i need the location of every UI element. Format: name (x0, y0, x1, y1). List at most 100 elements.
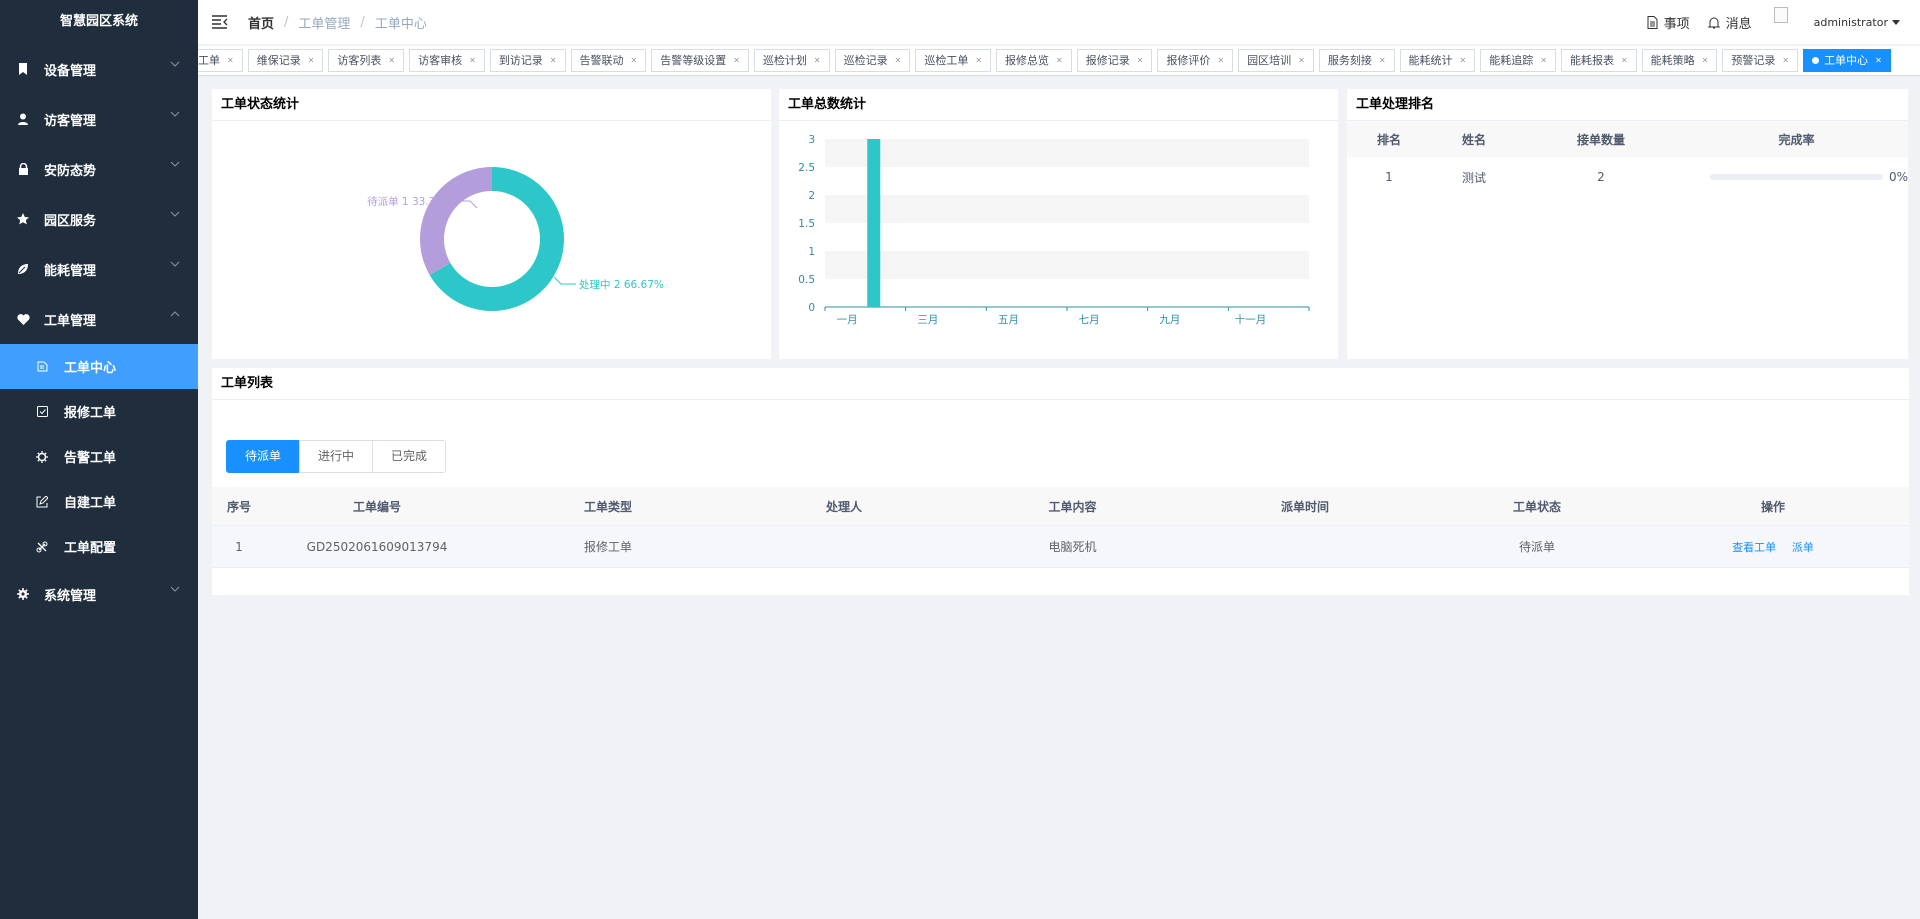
dispatch-link[interactable]: 派单 (1792, 541, 1814, 554)
grid-band (825, 195, 1309, 223)
x-tick-label: 九月 (1159, 314, 1180, 326)
tag-item[interactable]: 预警记录 ✕ (1722, 49, 1799, 72)
index-cell: 1 (235, 539, 243, 554)
close-icon[interactable]: ✕ (1379, 50, 1386, 71)
tag-label: 访客列表 (337, 54, 382, 67)
sidebar-subitem-custom[interactable]: 自建工单 (0, 479, 198, 524)
x-tick-label: 一月 (837, 314, 858, 326)
close-icon[interactable]: ✕ (631, 50, 638, 71)
app-logo-title: 智慧园区系统 (59, 14, 138, 29)
bell-icon (1707, 17, 1720, 28)
todo-button[interactable]: 事项 (1647, 13, 1690, 32)
tag-item[interactable]: 工单中心 ✕ (1803, 49, 1891, 72)
tag-item[interactable]: 巡检工单 ✕ (915, 49, 992, 72)
tag-label: 能耗策略 (1650, 54, 1695, 67)
tag-label: 工单中心 (1824, 54, 1869, 67)
view-workorder-link[interactable]: 查看工单 (1732, 541, 1776, 554)
breadcrumb-workorder[interactable]: 工单管理 (298, 13, 350, 32)
sidebar-item-workorder[interactable]: 工单管理 (0, 294, 198, 344)
action-cell: 查看工单 派单 (1649, 539, 1897, 555)
close-icon[interactable]: ✕ (469, 50, 476, 71)
pie-slice-待派单[interactable] (420, 167, 492, 275)
y-tick-label: 1.5 (798, 218, 815, 230)
sidebar-item-security[interactable]: 安防态势 (0, 144, 198, 194)
close-icon[interactable]: ✕ (1782, 50, 1789, 71)
close-icon[interactable]: ✕ (308, 50, 315, 71)
tab-in-progress[interactable]: 进行中 (299, 440, 374, 473)
tag-label: 到访记录 (498, 54, 543, 67)
close-icon[interactable]: ✕ (733, 50, 740, 71)
tag-label: 预警记录 (1731, 54, 1776, 67)
tab-completed[interactable]: 已完成 (372, 440, 447, 473)
close-icon[interactable]: ✕ (388, 50, 395, 71)
tag-item[interactable]: 报修记录 ✕ (1076, 49, 1153, 72)
tag-item[interactable]: 能耗策略 ✕ (1641, 49, 1718, 72)
close-icon[interactable]: ✕ (550, 50, 557, 71)
close-icon[interactable]: ✕ (1540, 50, 1547, 71)
tag-item[interactable]: 报修评价 ✕ (1157, 49, 1234, 72)
column-header: 处理人 (825, 499, 862, 514)
message-button[interactable]: 消息 (1707, 13, 1752, 32)
x-tick-label: 七月 (1079, 314, 1100, 326)
sidebar-item-service[interactable]: 园区服务 (0, 194, 198, 244)
column-header: 姓名 (1461, 132, 1486, 147)
sidebar-item-energy[interactable]: 能耗管理 (0, 244, 198, 294)
tag-item[interactable]: 服务刻接 ✕ (1318, 49, 1395, 72)
sidebar-item-label: 访客管理 (44, 113, 97, 129)
sidebar-subitem-workorder-center[interactable]: 工单中心 (0, 344, 198, 389)
sidebar-item-visitor[interactable]: 访客管理 (0, 94, 198, 144)
heart-icon (16, 312, 30, 326)
tag-item[interactable]: 维保记录 ✕ (247, 49, 324, 72)
edit-icon (36, 495, 48, 508)
close-icon[interactable]: ✕ (1702, 50, 1709, 71)
config-icon (36, 541, 48, 553)
tag-item[interactable]: 告警联动 ✕ (570, 49, 647, 72)
avatar[interactable] (1773, 7, 1788, 23)
chevron-down-icon (170, 111, 180, 117)
close-icon[interactable]: ✕ (1460, 50, 1467, 71)
tag-item[interactable]: 访客列表 ✕ (328, 49, 405, 72)
hamburger-icon[interactable] (212, 15, 228, 29)
close-icon[interactable]: ✕ (1875, 50, 1882, 71)
tag-item[interactable]: 园区培训 ✕ (1238, 49, 1314, 72)
sidebar-subitem-alarm[interactable]: 告警工单 (0, 434, 198, 479)
close-icon[interactable]: ✕ (895, 50, 902, 71)
close-icon[interactable]: ✕ (1298, 50, 1305, 71)
sidebar-item-device[interactable]: 设备管理 (0, 44, 198, 94)
close-icon[interactable]: ✕ (1056, 50, 1063, 71)
tag-item[interactable]: 报修总览 ✕ (996, 49, 1072, 72)
close-icon[interactable]: ✕ (227, 50, 234, 71)
sidebar: 智慧园区系统 设备管理 访客管理 安防态势 园区服务 能耗管理 工单管理 工单中… (0, 0, 198, 919)
tag-item[interactable]: 到访记录 ✕ (489, 49, 566, 72)
tab-pending[interactable]: 待派单 (226, 440, 301, 473)
column-header: 工单类型 (583, 499, 632, 514)
cog-icon (16, 587, 30, 601)
lock-icon (16, 162, 30, 176)
close-icon[interactable]: ✕ (814, 50, 821, 71)
close-icon[interactable]: ✕ (1217, 50, 1224, 71)
tag-item[interactable]: 告警等级设置 ✕ (651, 49, 749, 72)
user-dropdown[interactable]: administrator (1814, 16, 1900, 29)
chevron-down-icon (170, 211, 180, 217)
sidebar-subitem-label: 告警工单 (64, 451, 117, 466)
name-cell: 测试 (1461, 170, 1486, 185)
breadcrumb-home[interactable]: 首页 (248, 13, 274, 32)
tag-item[interactable]: 能耗报表 ✕ (1560, 49, 1637, 72)
tag-item[interactable]: 巡检计划 ✕ (753, 49, 830, 72)
sidebar-subitem-config[interactable]: 工单配置 (0, 524, 198, 569)
tag-item[interactable]: 巡检记录 ✕ (834, 49, 911, 72)
tag-item[interactable]: 能耗统计 ✕ (1399, 49, 1476, 72)
column-header: 完成率 (1778, 132, 1815, 147)
sidebar-subitem-repair[interactable]: 报修工单 (0, 389, 198, 434)
gear-icon (36, 450, 48, 463)
close-icon[interactable]: ✕ (1621, 50, 1628, 71)
tag-label: 巡检工单 (924, 54, 969, 67)
sidebar-item-system[interactable]: 系统管理 (0, 569, 198, 619)
tag-item[interactable]: 访客审核 ✕ (409, 49, 485, 72)
close-icon[interactable]: ✕ (975, 50, 982, 71)
tag-item[interactable]: 工单 ✕ (198, 49, 243, 72)
sidebar-item-label: 工单管理 (44, 313, 97, 329)
close-icon[interactable]: ✕ (1137, 50, 1144, 71)
y-tick-label: 3 (808, 134, 815, 146)
tag-item[interactable]: 能耗追踪 ✕ (1480, 49, 1556, 72)
